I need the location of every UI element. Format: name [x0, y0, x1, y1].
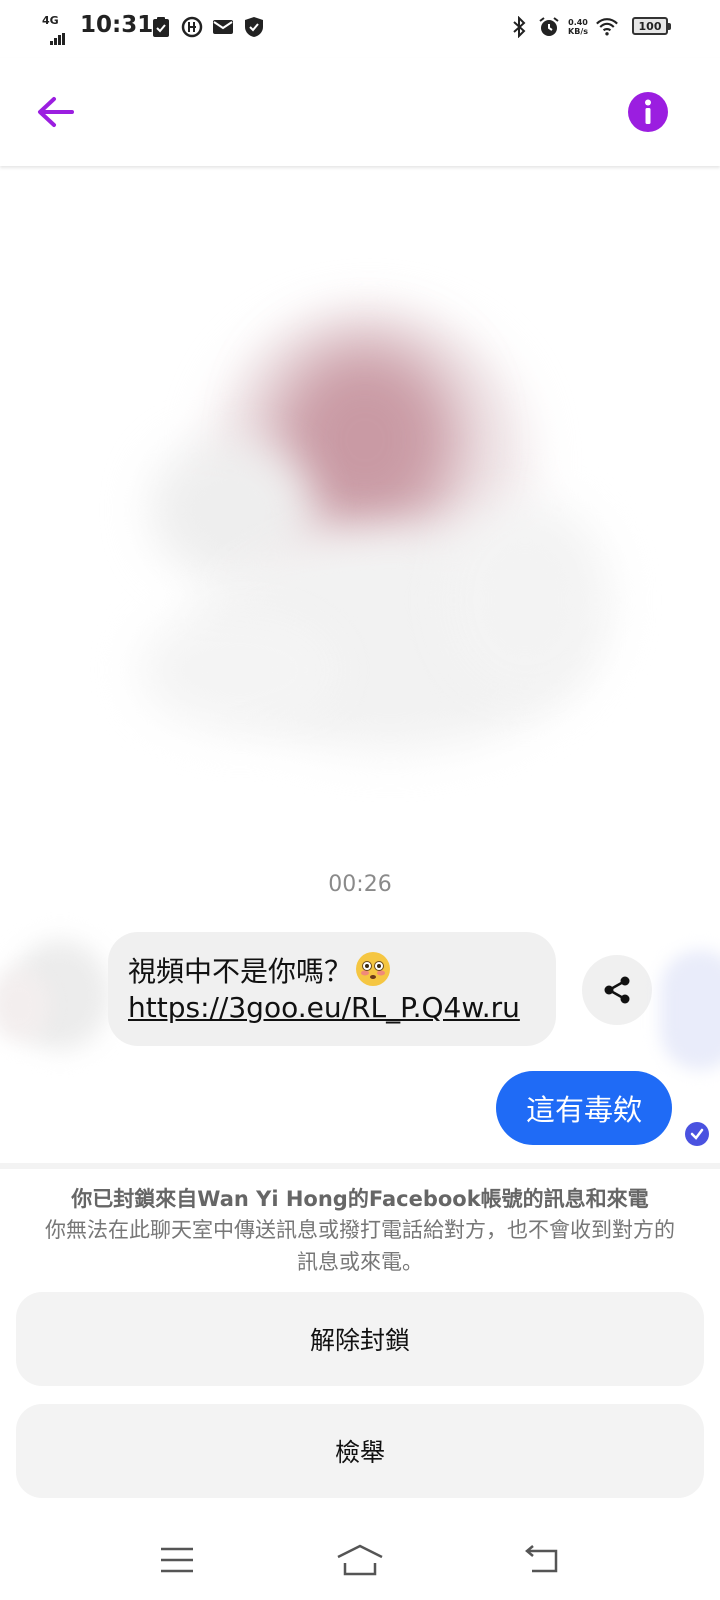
info-icon — [628, 92, 668, 132]
message-link[interactable]: https://3goo.eu/RL_P.Q4w.ru — [128, 989, 520, 1026]
read-receipt-icon — [685, 1122, 709, 1146]
report-button[interactable]: 檢舉 — [16, 1404, 704, 1498]
clipboard-check-icon — [150, 16, 172, 38]
incoming-message-text: 視頻中不是你嗎？ — [128, 955, 353, 988]
unblock-button-label: 解除封鎖 — [309, 1326, 410, 1355]
notification-icons — [150, 16, 265, 38]
share-icon — [604, 976, 630, 1004]
net-speed-value: 0.40 — [568, 18, 588, 27]
back-nav-button[interactable] — [512, 1540, 572, 1580]
screen: 4G 10:31 0.40 KB/s 100 00:26 視頻中不是你嗎？ ht… — [0, 0, 720, 1600]
chat-header — [0, 58, 720, 166]
clock: 10:31 — [80, 12, 154, 38]
blocked-title: 你已封鎖來自Wan Yi Hong的Facebook帳號的訊息和來電 — [71, 1187, 649, 1211]
report-button-label: 檢舉 — [334, 1438, 385, 1467]
flushed-face-emoji — [356, 952, 391, 986]
battery-icon: 100 — [632, 17, 671, 35]
info-button[interactable] — [624, 88, 672, 136]
menu-icon — [161, 1547, 193, 1573]
back-icon — [525, 1545, 558, 1573]
arrow-left-icon — [38, 97, 74, 127]
message-timestamp: 00:26 — [328, 872, 392, 897]
share-button[interactable] — [582, 955, 652, 1025]
menu-button[interactable] — [147, 1540, 207, 1580]
app-circle-icon — [181, 16, 203, 38]
divider — [0, 1163, 720, 1169]
battery-level: 100 — [638, 19, 662, 33]
bluetooth-icon — [508, 16, 530, 38]
back-button[interactable] — [32, 88, 80, 136]
status-bar: 4G 10:31 0.40 KB/s 100 — [0, 0, 720, 58]
blocked-description: 你無法在此聊天室中傳送訊息或撥打電話給對方，也不會收到對方的訊息或來電。 — [45, 1218, 675, 1274]
mail-icon — [212, 16, 234, 38]
net-speed: 0.40 KB/s — [568, 18, 588, 36]
incoming-message-bubble[interactable]: 視頻中不是你嗎？ https://3goo.eu/RL_P.Q4w.ru — [108, 932, 556, 1046]
shared-photo[interactable] — [140, 280, 620, 790]
incoming-message-line: 視頻中不是你嗎？ — [128, 952, 391, 990]
signal-icon — [50, 26, 66, 45]
wifi-icon — [596, 16, 618, 38]
sender-avatar[interactable] — [0, 930, 120, 1070]
home-icon — [337, 1544, 383, 1576]
home-button[interactable] — [330, 1540, 390, 1580]
system-icons: 0.40 KB/s — [508, 16, 618, 38]
unblock-button[interactable]: 解除封鎖 — [16, 1292, 704, 1386]
alarm-icon — [538, 16, 560, 38]
system-nav-bar — [0, 1518, 720, 1600]
blurred-content — [650, 950, 720, 1070]
outgoing-message-bubble[interactable]: 這有毒欸 — [496, 1071, 672, 1145]
shield-icon — [243, 16, 265, 38]
net-speed-unit: KB/s — [568, 27, 588, 36]
